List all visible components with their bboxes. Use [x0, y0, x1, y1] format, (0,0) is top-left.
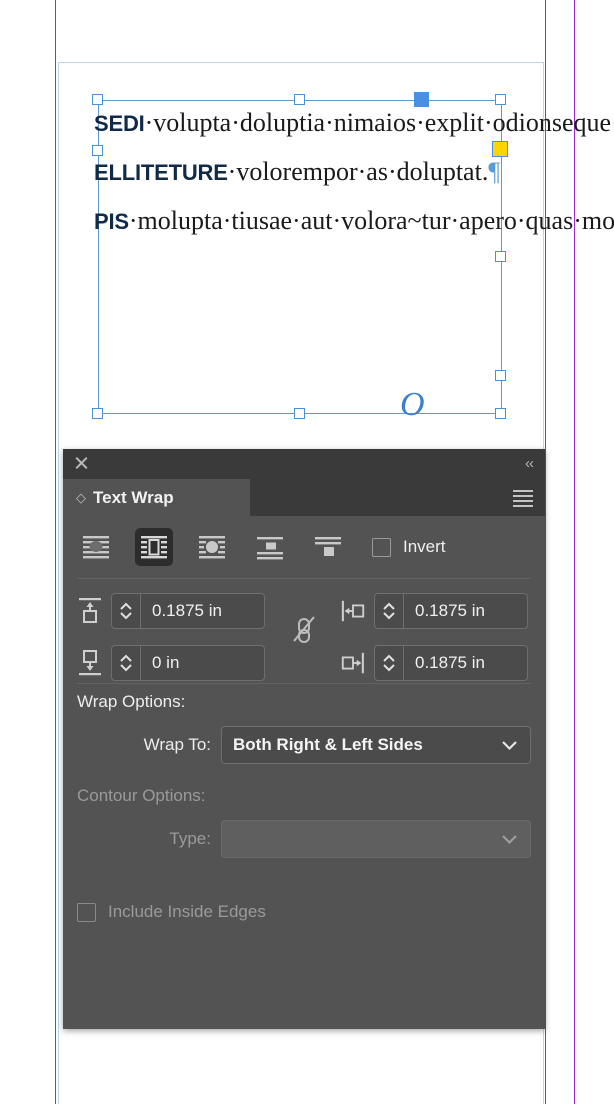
- link-offsets-icon[interactable]: [291, 613, 317, 645]
- margin-guide-right: [545, 0, 546, 1104]
- chevron-down-icon: [502, 835, 517, 845]
- frame-handle-top-center[interactable]: [294, 94, 305, 105]
- text-wrap-panel[interactable]: ‹‹ ◇ Text Wrap Invert 0.1875 in 0 in 0.1…: [63, 449, 545, 1029]
- offset-right-field: [340, 645, 528, 681]
- jump-object-icon: [257, 537, 283, 560]
- invert-label: Invert: [403, 537, 446, 556]
- include-inside-edges-checkbox: Include Inside Edges: [63, 876, 545, 922]
- offset-top-input[interactable]: [141, 594, 264, 628]
- offset-top-field: [77, 593, 265, 629]
- collapse-panel-icon[interactable]: ‹‹: [525, 455, 534, 472]
- offset-bottom-field: [77, 645, 265, 681]
- contour-type-label: Type:: [169, 829, 211, 848]
- wrap-mode-jump-object[interactable]: [251, 528, 289, 566]
- diamond-icon: ◇: [76, 490, 86, 505]
- no-text-wrap-icon: [83, 536, 109, 559]
- story-line-7: ·molupta·tiusae·aut·volora~: [128, 206, 422, 235]
- chevron-down-icon: [120, 664, 132, 672]
- frame-handle-bottom-right[interactable]: [495, 408, 506, 419]
- chevron-up-icon: [120, 654, 132, 662]
- offset-left-input[interactable]: [404, 594, 527, 628]
- offset-left-field: [340, 593, 528, 629]
- offset-left-stepper-arrows[interactable]: [375, 594, 404, 628]
- chevron-up-icon: [120, 602, 132, 610]
- offset-top-stepper[interactable]: [111, 593, 265, 629]
- offset-left-icon: [341, 600, 365, 622]
- wrap-mode-jump-next-column[interactable]: [309, 528, 347, 566]
- margin-guide-left: [55, 0, 56, 1104]
- story-text[interactable]: SEDI·volupta·doluptia·nimaios·explit·odi…: [94, 99, 614, 246]
- offset-bottom-stepper[interactable]: [111, 645, 265, 681]
- chevron-down-icon: [502, 741, 517, 751]
- offset-top-icon: [79, 598, 101, 623]
- offset-bottom-icon: [79, 650, 101, 676]
- story-line-6: doluptat.: [396, 157, 489, 186]
- offset-bottom-stepper-arrows[interactable]: [112, 646, 141, 680]
- column-guide-right: [574, 0, 575, 1104]
- wrap-options-heading: Wrap Options:: [77, 692, 186, 711]
- frame-handle-middle-left[interactable]: [92, 145, 103, 156]
- panel-menu-icon[interactable]: [513, 490, 533, 507]
- offset-right-icon: [341, 652, 364, 674]
- chevron-down-icon: [383, 612, 395, 620]
- wrap-to-label: Wrap To:: [143, 735, 211, 754]
- wrap-options-section: Wrap Options: Wrap To: Both Right & Left…: [63, 684, 545, 764]
- panel-tab-row: ◇ Text Wrap: [63, 479, 545, 516]
- wrap-around-object-shape-icon: [199, 536, 225, 559]
- panel-body: Invert 0.1875 in 0 in 0.1875 in 0.1875 i…: [63, 516, 545, 922]
- panel-titlebar: ‹‹: [63, 449, 545, 479]
- contour-type-select: [221, 820, 531, 858]
- pilcrow-mark-2: ¶: [488, 157, 501, 186]
- story-line-1: ·volupta·doluptia·nimaios·: [144, 108, 425, 137]
- wrap-around-bounding-box-icon: [141, 536, 167, 559]
- story-line-5: ·volorempor·as·: [227, 157, 397, 186]
- wrap-to-select[interactable]: Both Right & Left Sides: [221, 726, 531, 764]
- offset-left-stepper[interactable]: [374, 593, 528, 629]
- frame-handle-bottom-left[interactable]: [92, 408, 103, 419]
- frame-handle-middle-right-lower[interactable]: [495, 370, 506, 381]
- chevron-down-icon: [383, 664, 395, 672]
- include-inside-edges-label: Include Inside Edges: [108, 902, 266, 921]
- run-in-head-pis: PIS: [94, 209, 129, 234]
- corner-options-widget[interactable]: [492, 141, 508, 157]
- contour-options-section: Contour Options: Type:: [63, 782, 545, 858]
- frame-handle-top-right[interactable]: [495, 94, 506, 105]
- invert-checkbox-box[interactable]: [372, 537, 391, 557]
- contour-type-row: Type:: [77, 820, 531, 858]
- close-icon[interactable]: [73, 454, 91, 472]
- wrap-mode-row: Invert: [63, 516, 545, 578]
- wrap-to-row: Wrap To: Both Right & Left Sides: [77, 726, 531, 764]
- jump-to-next-column-icon: [315, 537, 341, 556]
- frame-handle-top-left[interactable]: [92, 94, 103, 105]
- text-frame-in-port[interactable]: [414, 92, 429, 107]
- tab-text-wrap[interactable]: ◇ Text Wrap: [63, 479, 250, 516]
- overset-text-indicator: O: [400, 386, 425, 423]
- wrap-mode-object-shape[interactable]: [193, 528, 231, 566]
- text-frame[interactable]: SEDI·volupta·doluptia·nimaios·explit·odi…: [92, 92, 614, 422]
- panel-title: Text Wrap: [93, 487, 174, 507]
- run-in-head-sedi: SEDI: [94, 111, 145, 136]
- wrap-mode-bounding-box[interactable]: [135, 528, 173, 566]
- include-inside-edges-box: [77, 902, 96, 922]
- wrap-to-value: Both Right & Left Sides: [233, 735, 423, 754]
- offset-bottom-input[interactable]: [141, 646, 264, 680]
- offset-right-input[interactable]: [404, 646, 527, 680]
- contour-options-heading: Contour Options:: [77, 786, 206, 805]
- story-line-8: tur·apero·quas·molesti·ons: [421, 206, 614, 235]
- chevron-up-icon: [383, 602, 395, 610]
- offset-right-stepper[interactable]: [374, 645, 528, 681]
- offset-right-stepper-arrows[interactable]: [375, 646, 404, 680]
- frame-handle-middle-right[interactable]: [495, 251, 506, 262]
- story-line-2: explit·odionseque·sintione·: [424, 108, 614, 137]
- chevron-down-icon: [120, 612, 132, 620]
- offset-fields: [63, 579, 545, 683]
- run-in-head-elliteture: ELLITETURE: [94, 160, 228, 185]
- chevron-up-icon: [383, 654, 395, 662]
- page-edge-top: [58, 62, 543, 63]
- frame-handle-bottom-center[interactable]: [294, 408, 305, 419]
- offset-top-stepper-arrows[interactable]: [112, 594, 141, 628]
- invert-checkbox[interactable]: Invert: [372, 537, 446, 557]
- wrap-mode-no-text-wrap[interactable]: [77, 528, 115, 566]
- page-edge-left: [58, 62, 59, 1104]
